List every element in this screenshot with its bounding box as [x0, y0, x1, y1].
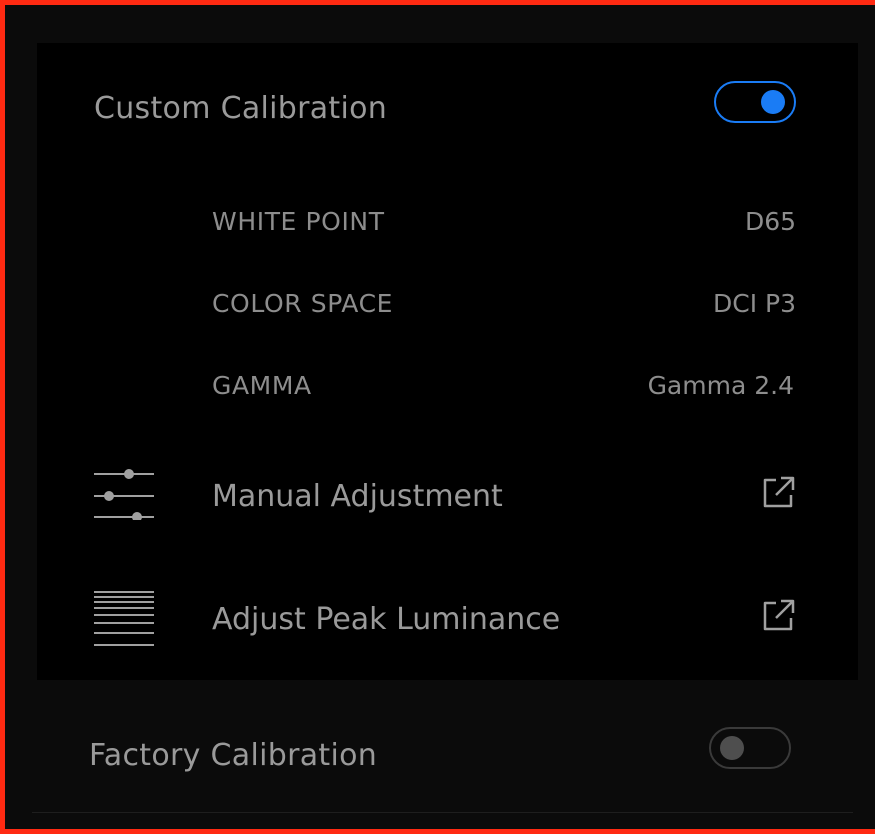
gamma-value: Gamma 2.4	[647, 371, 794, 400]
color-space-label: COLOR SPACE	[212, 289, 394, 318]
adjust-peak-luminance-label: Adjust Peak Luminance	[212, 602, 561, 637]
toggle-knob	[720, 736, 744, 760]
custom-calibration-toggle[interactable]	[714, 81, 796, 123]
manual-adjustment-row[interactable]: Manual Adjustment	[37, 461, 858, 541]
toggle-knob	[761, 90, 785, 114]
luminance-lines-icon	[94, 591, 154, 646]
custom-calibration-card: Custom Calibration WHITE POINT D65 COLOR…	[37, 43, 858, 680]
white-point-value: D65	[744, 207, 796, 236]
external-link-icon[interactable]	[762, 475, 796, 509]
gamma-label: GAMMA	[212, 371, 312, 400]
sliders-icon	[94, 469, 154, 520]
color-space-value: DCI P3	[712, 289, 796, 318]
external-link-icon[interactable]	[762, 598, 796, 632]
custom-calibration-title: Custom Calibration	[94, 91, 388, 126]
factory-calibration-title: Factory Calibration	[89, 738, 378, 773]
white-point-label: WHITE POINT	[212, 207, 385, 236]
factory-calibration-toggle[interactable]	[709, 727, 791, 769]
manual-adjustment-label: Manual Adjustment	[212, 479, 503, 514]
adjust-peak-luminance-row[interactable]: Adjust Peak Luminance	[37, 584, 858, 664]
calibration-panel: Custom Calibration WHITE POINT D65 COLOR…	[0, 0, 875, 834]
divider	[32, 812, 853, 813]
